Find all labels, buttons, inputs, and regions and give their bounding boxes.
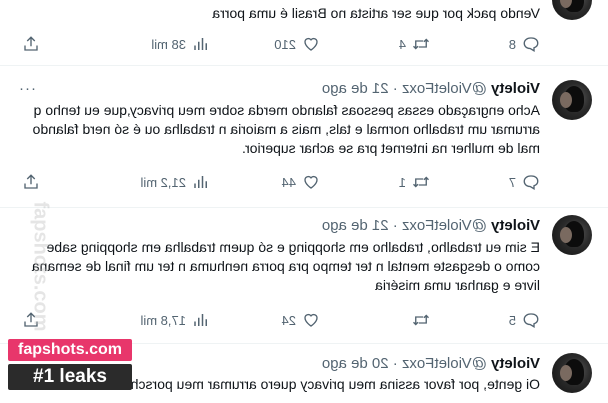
- author-name[interactable]: Violety: [491, 217, 540, 234]
- views-count: 17,8 mil: [140, 312, 186, 328]
- repost-button[interactable]: [406, 310, 430, 330]
- author-name[interactable]: Violety: [491, 355, 540, 372]
- like-count: 24: [281, 312, 296, 328]
- views-icon: [194, 38, 207, 50]
- action-bar: 8 4 210 38 mil: [12, 34, 540, 54]
- like-button[interactable]: 210: [274, 34, 320, 54]
- repost-button[interactable]: 4: [399, 34, 430, 54]
- watermark-tag-badge: #1 leaks: [8, 364, 132, 390]
- post-1[interactable]: Violety @VioletFoxz · 21 de ago ··· Acho…: [0, 66, 608, 208]
- like-button[interactable]: 24: [282, 310, 320, 330]
- reply-button[interactable]: 7: [509, 172, 540, 192]
- post-header: Violety @VioletFoxz · 21 de ago: [322, 217, 540, 235]
- reply-button[interactable]: 5: [509, 310, 540, 330]
- share-icon: [24, 36, 38, 51]
- views-button[interactable]: 17,8 mil: [140, 310, 210, 330]
- share-button[interactable]: [22, 34, 40, 54]
- heart-icon: [304, 313, 318, 327]
- post-header: Violety @VioletFoxz · 21 de ago: [322, 80, 540, 98]
- views-count: 38 mil: [151, 36, 186, 52]
- post-header: Violety @VioletFoxz · 20 de ago: [322, 355, 540, 373]
- repost-count: 1: [398, 174, 406, 190]
- more-options-icon[interactable]: ···: [18, 80, 36, 97]
- like-count: 44: [281, 174, 296, 190]
- repost-button[interactable]: 1: [399, 172, 430, 192]
- avatar[interactable]: [552, 0, 592, 20]
- author-handle-and-date[interactable]: @VioletFoxz · 20 de ago: [322, 355, 487, 372]
- like-count: 210: [274, 36, 296, 52]
- watermark-site-badge: fapshots.com: [8, 339, 132, 361]
- side-watermark: fapshots.com: [29, 201, 52, 332]
- reply-count: 5: [508, 312, 516, 328]
- repost-icon: [413, 38, 429, 50]
- post-0[interactable]: Vendo pack por que ser artista no Brasil…: [0, 0, 608, 66]
- post-2[interactable]: Violety @VioletFoxz · 21 de ago E sim eu…: [0, 207, 608, 344]
- avatar[interactable]: [552, 353, 592, 393]
- repost-icon: [413, 314, 429, 326]
- author-name[interactable]: Violety: [491, 80, 540, 97]
- views-icon: [194, 176, 207, 188]
- like-button[interactable]: 44: [282, 172, 320, 192]
- share-icon: [24, 174, 38, 189]
- reply-count: 7: [508, 174, 516, 190]
- author-handle-and-date[interactable]: @VioletFoxz · 21 de ago: [322, 80, 487, 97]
- views-icon: [194, 314, 207, 326]
- post-text: Vendo pack por que ser artista no Brasil…: [212, 5, 540, 21]
- repost-count: 4: [398, 36, 406, 52]
- heart-icon: [304, 175, 318, 189]
- post-text: E sim eu trabalho, trabalho em shopping …: [31, 239, 540, 293]
- repost-icon: [413, 176, 429, 188]
- post-text: Acho engraçado essas pessoas falando mer…: [32, 102, 540, 156]
- reply-icon: [523, 37, 539, 52]
- author-handle-and-date[interactable]: @VioletFoxz · 21 de ago: [322, 217, 487, 234]
- views-button[interactable]: 21,2 mil: [140, 172, 210, 192]
- avatar[interactable]: [552, 215, 592, 255]
- views-button[interactable]: 38 mil: [151, 34, 210, 54]
- reply-count: 8: [508, 36, 516, 52]
- avatar[interactable]: [552, 80, 592, 120]
- action-bar: 7 1 44 21,2 mil: [12, 172, 540, 192]
- heart-icon: [304, 37, 318, 51]
- reply-icon: [523, 313, 539, 328]
- reply-icon: [523, 175, 539, 190]
- reply-button[interactable]: 8: [509, 34, 540, 54]
- share-button[interactable]: [22, 172, 40, 192]
- action-bar: 5 24 17,8 mil: [12, 310, 540, 330]
- views-count: 21,2 mil: [140, 174, 186, 190]
